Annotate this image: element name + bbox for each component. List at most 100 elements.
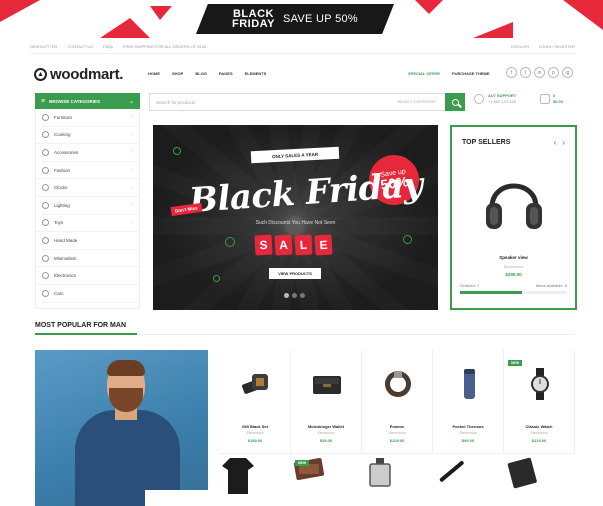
chevron-right-icon[interactable]: › [562,138,565,147]
category-item[interactable]: Hand Made [36,232,139,250]
product-card[interactable] [362,454,433,506]
main-nav: HOME SHOP BLOG PAGES ELEMENTS [148,71,266,76]
product-card[interactable]: NEW Classic Watch Electronics $219.00 [504,350,575,454]
menu-icon: ≡ [41,97,46,105]
slider-dot[interactable] [292,293,297,298]
promo-banner[interactable]: BLACK FRIDAY SAVE UP 50% [0,0,603,38]
model-hair [107,360,145,376]
product-card[interactable] [504,454,575,506]
hero-view-products-button[interactable]: VIEW PRODUCTS [269,268,321,279]
search-input[interactable]: Search for products [150,100,195,105]
product-name[interactable]: Classic Watch [504,424,574,429]
top-seller-available: Items available: 5 [535,283,567,288]
shirt-icon [220,454,291,499]
header-links: SPECIAL OFFER PURCHASE THEME [408,71,490,76]
nav-elements[interactable]: ELEMENTS [245,71,267,76]
search-button[interactable] [445,93,465,111]
instagram-icon[interactable]: ig [562,67,573,78]
category-icon [42,272,49,280]
slider-dot-active[interactable] [284,293,289,298]
search-category-select[interactable]: SELECT CATEGORY [397,99,436,104]
browse-categories-toggle[interactable]: ≡ BROWSE CATEGORIES ⌄ [35,93,140,109]
category-label: Accessories [54,149,79,155]
product-card[interactable] [220,454,291,506]
notebook-icon [504,454,575,495]
language-selector[interactable]: ENGLISH [511,44,529,49]
wallet-icon [309,364,345,404]
nav-home[interactable]: HOME [148,71,160,76]
purchase-theme-link[interactable]: PURCHASE THEME [452,71,490,76]
category-item[interactable]: Cooking › [36,127,139,145]
pinterest-icon[interactable]: p [548,67,559,78]
chevron-down-icon: ⌄ [128,98,134,105]
top-sellers-title: TOP SELLERS [462,139,511,146]
perfume-icon [362,454,433,495]
category-label: Electronics [54,273,77,279]
slider-dot[interactable] [300,293,305,298]
category-icon [42,254,49,262]
chevron-left-icon[interactable]: ‹ [554,138,557,147]
product-price: $129.00 [389,438,405,443]
product-grid: Gift Black Set Electronics $199.00 Moles… [220,350,576,506]
promo-line2: FRIDAY [232,18,275,30]
category-item[interactable]: Accessories › [36,144,139,162]
special-offer-link[interactable]: SPECIAL OFFER [408,71,440,76]
category-item[interactable]: Cars [36,285,139,303]
promo-pill[interactable]: BLACK FRIDAY SAVE UP 50% [196,4,394,34]
hero-subtitle: Such Discounts You Have Not Seen [255,220,336,226]
login-register-link[interactable]: LOGIN / REGISTER [539,44,575,49]
category-label: Cooking [54,132,71,138]
product-name[interactable]: Moleskinger Wallet [291,424,361,429]
product-card[interactable]: NEW [291,454,362,506]
chevron-right-icon: › [131,202,133,209]
hero-banner[interactable]: ONLY SALES A YEAR Save up 50% Black Frid… [153,125,438,310]
product-name[interactable]: Pomme [362,424,432,429]
top-link-newsletter[interactable]: NEWSLETTER [30,44,57,49]
category-item[interactable]: Lighting › [36,197,139,215]
category-item[interactable]: Electronics [36,267,139,285]
decor-triangle [563,0,603,30]
linkedin-icon[interactable]: in [534,67,545,78]
category-label: Cars [54,290,64,296]
chevron-right-icon: › [131,184,133,191]
category-item[interactable]: Fashion › [36,162,139,180]
category-item[interactable]: Toys › [36,215,139,233]
twitter-icon[interactable]: t [520,67,531,78]
thermos-icon [451,364,487,404]
nav-blog[interactable]: BLOG [195,71,207,76]
top-link-faqs[interactable]: FAQs [103,44,113,49]
headphones-image[interactable] [482,169,546,239]
product-name[interactable]: Pocket Thermos [433,424,503,429]
category-icon [42,184,49,192]
sale-letter: L [294,234,313,256]
top-link-contact[interactable]: CONTACT US [67,44,93,49]
cart-text: 0 $0.00 [553,93,563,105]
product-card[interactable] [433,454,504,506]
product-price: $199.00 [247,438,263,443]
support-phone: +1 800 123 456 [488,99,516,104]
product-card[interactable]: Pocket Thermos Electronics $99.00 [433,350,504,454]
nav-pages[interactable]: PAGES [219,71,233,76]
category-item[interactable]: Furniture › [36,109,139,127]
top-seller-name[interactable]: Speaker view [452,255,575,260]
product-card[interactable]: Pomme Electronics $129.00 [362,350,433,454]
product-category: Electronics [317,431,335,435]
category-item[interactable]: Minimalism [36,250,139,268]
product-card[interactable]: Moleskinger Wallet Electronics $39.00 [291,350,362,454]
product-category: Electronics [246,431,264,435]
nav-shop[interactable]: SHOP [172,71,183,76]
decor-circle [213,275,220,282]
product-card[interactable]: Gift Black Set Electronics $199.00 [220,350,291,454]
chevron-right-icon: › [131,114,133,121]
product-name[interactable]: Gift Black Set [220,424,290,429]
cart-button[interactable]: 0 $0.00 [540,93,563,105]
promo-model-image[interactable] [35,350,208,506]
search-bar: Search for products SELECT CATEGORY [149,93,465,111]
site-logo[interactable]: ▲ woodmart. [34,66,123,83]
facebook-icon[interactable]: f [506,67,517,78]
product-price: $219.00 [531,438,547,443]
support-text: 24/7 SUPPORT +1 800 123 456 [488,93,516,105]
cart-total: $0.00 [553,99,564,104]
top-shipping-note: FREE SHIPPING FOR ALL ORDERS OF $150 [123,44,207,49]
category-item[interactable]: Clocks › [36,179,139,197]
